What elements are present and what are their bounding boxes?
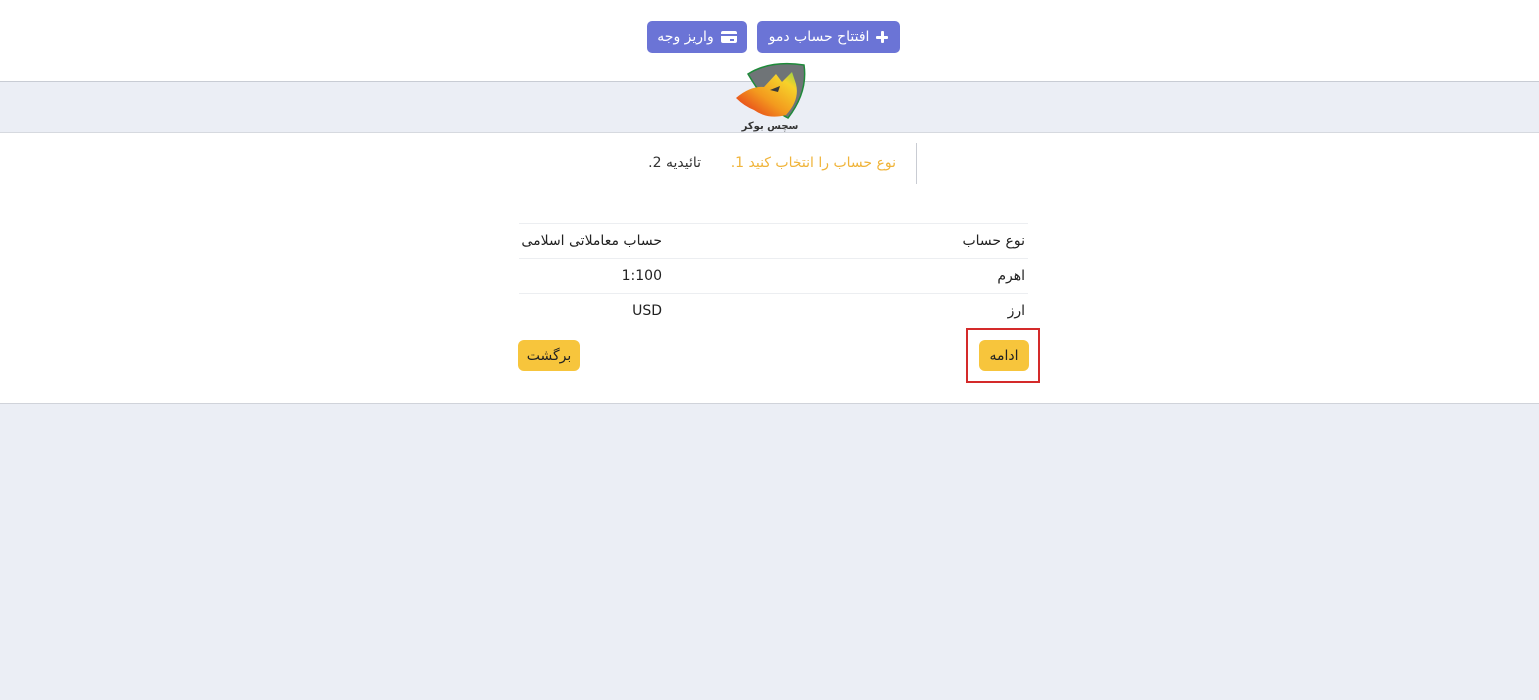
step-select-account-type: نوع حساب را انتخاب کنید 1. (730, 155, 896, 171)
credit-card-icon (720, 31, 737, 43)
steps-divider (916, 143, 917, 184)
table-row: نوع حساب حساب معاملاتی اسلامی (519, 224, 1028, 259)
row-value: 1:100 (621, 268, 662, 284)
deposit-button[interactable]: واریز وجه (647, 21, 747, 53)
row-label: ارز (1007, 303, 1025, 319)
plus-icon (876, 31, 889, 43)
back-button[interactable]: برگشت (518, 340, 580, 371)
account-summary-table: نوع حساب حساب معاملاتی اسلامی اهرم 1:100… (519, 223, 1028, 328)
row-value: حساب معاملاتی اسلامی (521, 233, 662, 249)
step-confirmation: تائیدیه 2. (648, 155, 701, 171)
open-demo-account-label: افتتاح حساب دمو (768, 29, 870, 45)
wizard-panel: نوع حساب را انتخاب کنید 1. تائیدیه 2. نو… (0, 132, 1539, 404)
row-label: نوع حساب (962, 233, 1025, 249)
deposit-label: واریز وجه (657, 29, 714, 45)
brand-logo: سچس بوکر (730, 60, 810, 135)
row-value: USD (632, 303, 662, 319)
logo-text: سچس بوکر (741, 121, 799, 132)
row-label: اهرم (997, 268, 1025, 284)
fox-shield-icon (736, 62, 806, 119)
open-demo-account-button[interactable]: افتتاح حساب دمو (757, 21, 900, 53)
table-row: اهرم 1:100 (519, 259, 1028, 294)
table-row: ارز USD (519, 294, 1028, 328)
continue-button[interactable]: ادامه (979, 340, 1029, 371)
